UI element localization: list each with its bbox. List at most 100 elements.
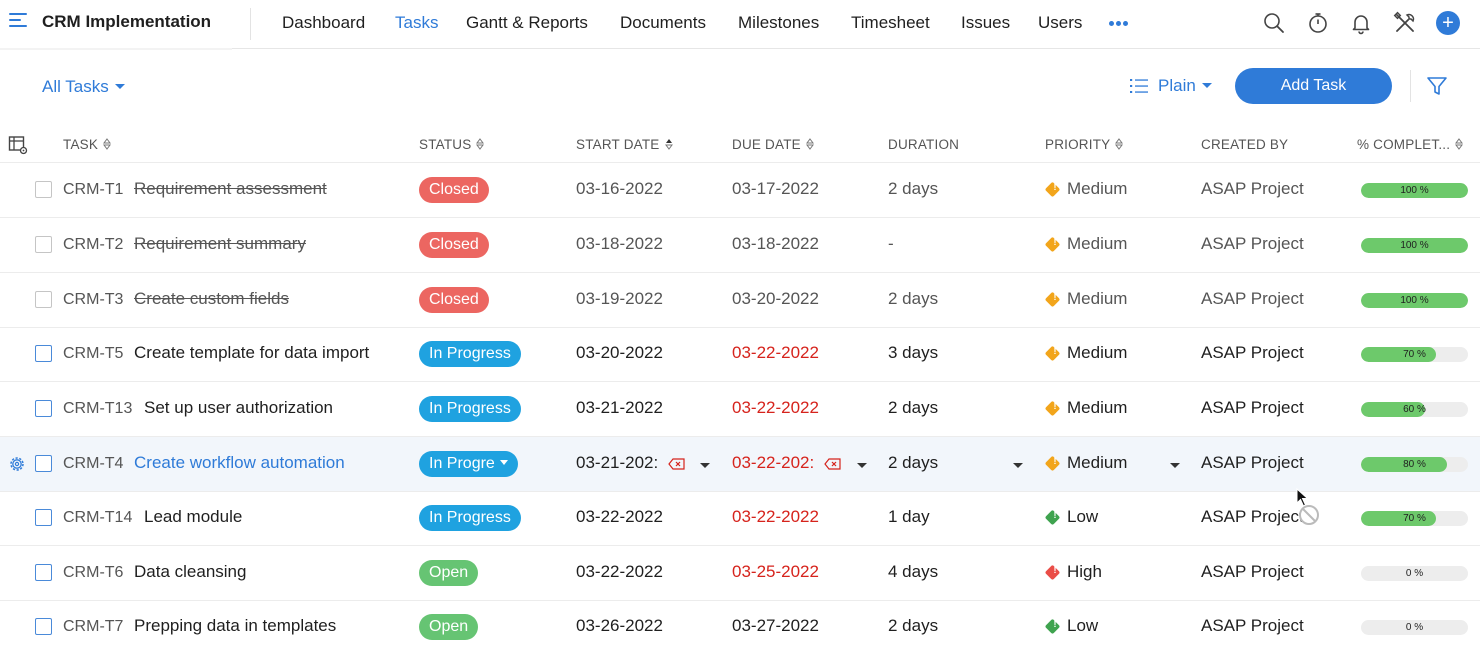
chevron-down-icon[interactable]	[1170, 463, 1180, 468]
view-dropdown[interactable]: Plain	[1158, 76, 1212, 96]
tab-documents[interactable]: Documents	[620, 13, 706, 33]
more-dots-icon[interactable]	[1109, 21, 1131, 27]
tab-timesheet[interactable]: Timesheet	[851, 13, 930, 33]
row-checkbox[interactable]	[35, 509, 52, 526]
task-name[interactable]: Prepping data in templates	[134, 616, 336, 636]
due-date-input[interactable]: 03-22-202:	[732, 453, 814, 473]
status-badge[interactable]: Closed	[419, 177, 489, 203]
due-date[interactable]: 03-22-2022	[732, 343, 819, 363]
status-badge[interactable]: In Progress	[419, 341, 521, 367]
start-date-input[interactable]: 03-21-202:	[576, 453, 658, 473]
row-checkbox[interactable]	[35, 564, 52, 581]
bell-icon[interactable]	[1349, 11, 1373, 35]
duration[interactable]: 1 day	[888, 507, 930, 527]
due-date[interactable]: 03-25-2022	[732, 562, 819, 582]
task-name[interactable]: Set up user authorization	[144, 398, 333, 418]
row-checkbox[interactable]	[35, 291, 52, 308]
table-row[interactable]: CRM-T6 Data cleansing Open 03-22-2022 03…	[0, 546, 1480, 601]
filter-icon[interactable]	[1426, 75, 1448, 97]
table-row[interactable]: CRM-T2 Requirement summary Closed 03-18-…	[0, 218, 1480, 273]
row-checkbox[interactable]	[35, 400, 52, 417]
start-date[interactable]: 03-18-2022	[576, 234, 663, 254]
priority-label[interactable]: Low	[1067, 507, 1098, 527]
add-icon[interactable]: +	[1436, 11, 1460, 35]
start-date[interactable]: 03-26-2022	[576, 616, 663, 636]
table-row[interactable]: CRM-T13 Set up user authorization In Pro…	[0, 382, 1480, 437]
column-header-task[interactable]: TASK	[63, 137, 112, 152]
task-name[interactable]: Create template for data import	[134, 343, 369, 363]
tab-issues[interactable]: Issues	[961, 13, 1010, 33]
table-row[interactable]: CRM-T5 Create template for data import I…	[0, 327, 1480, 382]
start-date[interactable]: 03-20-2022	[576, 343, 663, 363]
column-header-created-by[interactable]: CREATED BY	[1201, 137, 1288, 152]
status-badge[interactable]: Closed	[419, 232, 489, 258]
timer-icon[interactable]	[1306, 11, 1330, 35]
menu-icon[interactable]	[9, 13, 27, 29]
column-header-priority[interactable]: PRIORITY	[1045, 137, 1124, 152]
due-date[interactable]: 03-27-2022	[732, 616, 819, 636]
priority-label[interactable]: Medium	[1067, 234, 1127, 254]
task-name[interactable]: Data cleansing	[134, 562, 246, 582]
add-task-button[interactable]: Add Task	[1235, 68, 1392, 104]
row-checkbox[interactable]	[35, 345, 52, 362]
gear-icon[interactable]	[7, 454, 27, 474]
table-row[interactable]: CRM-T4 Create workflow automation In Pro…	[0, 437, 1480, 492]
start-date[interactable]: 03-22-2022	[576, 562, 663, 582]
row-checkbox[interactable]	[35, 181, 52, 198]
duration[interactable]: 2 days	[888, 179, 938, 199]
due-date[interactable]: 03-22-2022	[732, 398, 819, 418]
duration-input[interactable]: 2 days	[888, 453, 938, 473]
due-date[interactable]: 03-17-2022	[732, 179, 819, 199]
task-name[interactable]: Requirement assessment	[134, 179, 327, 199]
clear-icon[interactable]	[824, 458, 841, 470]
list-view-icon[interactable]	[1130, 78, 1148, 94]
task-name[interactable]: Create custom fields	[134, 289, 289, 309]
task-name[interactable]: Lead module	[144, 507, 242, 527]
search-icon[interactable]	[1262, 11, 1286, 35]
priority-label[interactable]: Medium	[1067, 343, 1127, 363]
table-row[interactable]: CRM-T7 Prepping data in templates Open 0…	[0, 600, 1480, 654]
status-badge[interactable]: Open	[419, 560, 479, 586]
column-header-duration[interactable]: DURATION	[888, 137, 959, 152]
priority-dropdown[interactable]: Medium	[1067, 453, 1127, 473]
table-row[interactable]: CRM-T3 Create custom fields Closed 03-19…	[0, 273, 1480, 328]
start-date[interactable]: 03-16-2022	[576, 179, 663, 199]
chevron-down-icon[interactable]	[1013, 463, 1023, 468]
due-date[interactable]: 03-22-2022	[732, 507, 819, 527]
tab-milestones[interactable]: Milestones	[738, 13, 819, 33]
duration[interactable]: 2 days	[888, 289, 938, 309]
task-name[interactable]: Requirement summary	[134, 234, 306, 254]
start-date[interactable]: 03-22-2022	[576, 507, 663, 527]
duration[interactable]: 4 days	[888, 562, 938, 582]
tab-dashboard[interactable]: Dashboard	[282, 13, 365, 33]
table-row[interactable]: CRM-T1 Requirement assessment Closed 03-…	[0, 163, 1480, 218]
duration[interactable]: -	[888, 234, 894, 254]
due-date[interactable]: 03-18-2022	[732, 234, 819, 254]
column-header-due-date[interactable]: DUE DATE	[732, 137, 814, 152]
project-title[interactable]: CRM Implementation	[42, 12, 211, 32]
chevron-down-icon[interactable]	[857, 463, 867, 468]
task-name[interactable]: Create workflow automation	[134, 453, 345, 473]
tab-users[interactable]: Users	[1038, 13, 1082, 33]
row-checkbox[interactable]	[35, 236, 52, 253]
priority-label[interactable]: Medium	[1067, 398, 1127, 418]
duration[interactable]: 2 days	[888, 398, 938, 418]
tab-tasks[interactable]: Tasks	[395, 13, 438, 33]
status-badge[interactable]: In Progress	[419, 396, 521, 422]
all-tasks-dropdown[interactable]: All Tasks	[42, 77, 125, 97]
start-date[interactable]: 03-21-2022	[576, 398, 663, 418]
priority-label[interactable]: Low	[1067, 616, 1098, 636]
start-date[interactable]: 03-19-2022	[576, 289, 663, 309]
duration[interactable]: 2 days	[888, 616, 938, 636]
status-dropdown[interactable]: In Progre	[419, 451, 518, 477]
status-badge[interactable]: Open	[419, 614, 479, 640]
progress-bar[interactable]: 80 %	[1361, 457, 1468, 472]
clear-icon[interactable]	[668, 458, 685, 470]
tab-gantt-reports[interactable]: Gantt & Reports	[466, 13, 588, 33]
due-date[interactable]: 03-20-2022	[732, 289, 819, 309]
row-checkbox[interactable]	[35, 455, 52, 472]
row-checkbox[interactable]	[35, 618, 52, 635]
priority-label[interactable]: Medium	[1067, 289, 1127, 309]
priority-label[interactable]: Medium	[1067, 179, 1127, 199]
status-badge[interactable]: In Progress	[419, 505, 521, 531]
